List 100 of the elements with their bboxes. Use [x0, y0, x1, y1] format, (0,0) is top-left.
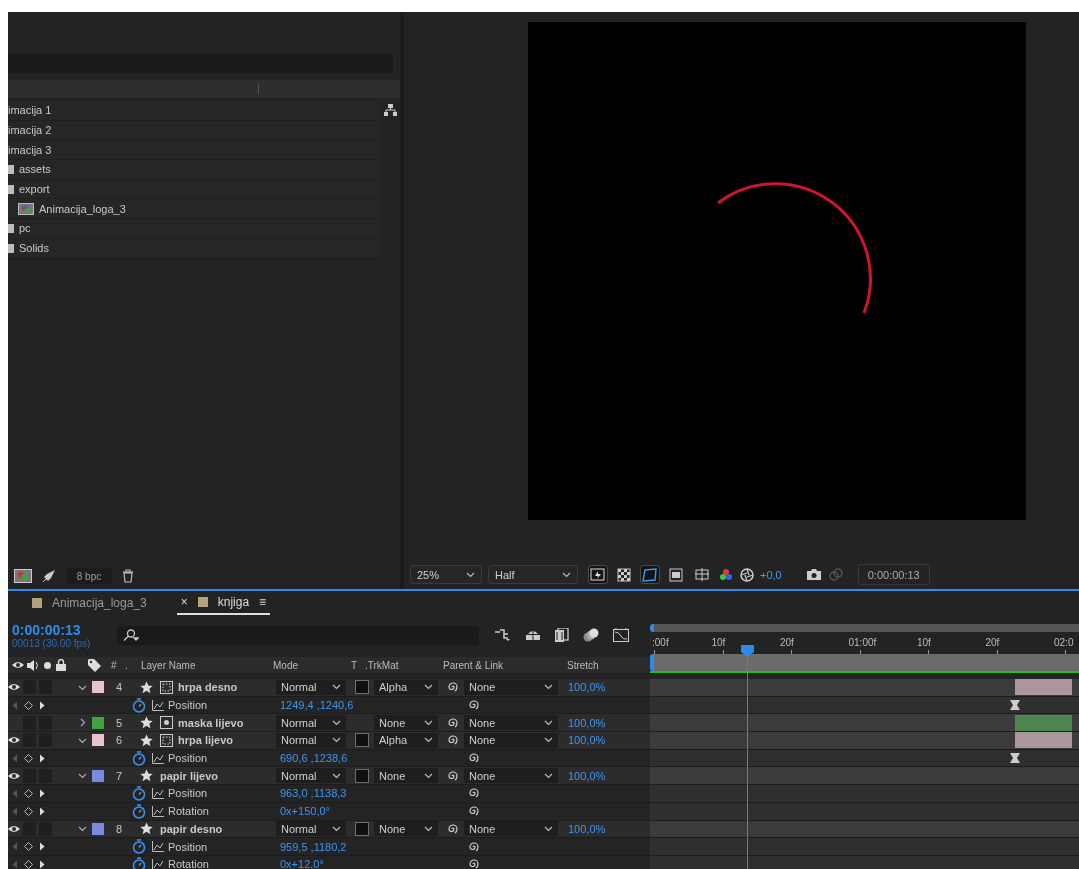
next-keyframe-icon[interactable] [39, 753, 45, 763]
stretch-value[interactable]: 100,0% [564, 769, 606, 782]
parent-dropdown[interactable]: None [464, 732, 558, 748]
viewer-toggle[interactable] [692, 565, 712, 584]
resolution-dropdown[interactable]: Half [488, 565, 578, 584]
graph-editor-icon[interactable] [613, 628, 629, 642]
search-field[interactable] [117, 625, 479, 645]
mode-dropdown[interactable]: Normal [276, 715, 346, 731]
graph-icon[interactable] [152, 841, 164, 853]
graph-icon[interactable] [152, 858, 164, 869]
exposure-value[interactable]: +0,0 [760, 568, 782, 581]
label-swatch[interactable] [92, 769, 104, 782]
mode-dropdown[interactable]: Normal [276, 768, 346, 784]
stopwatch-icon[interactable] [132, 697, 146, 713]
trash-icon[interactable] [122, 569, 134, 583]
track-matte-dropdown[interactable]: None [374, 715, 438, 731]
graph-icon[interactable] [152, 752, 164, 764]
stopwatch-icon[interactable] [132, 785, 146, 801]
star-icon[interactable] [140, 680, 153, 694]
graph-icon[interactable] [152, 699, 164, 711]
current-time[interactable]: 0:00:00:13 [12, 621, 112, 638]
composition-tab[interactable]: × knjiga ≡ [176, 591, 271, 615]
property-value[interactable]: 0x+150,0° [280, 805, 468, 818]
layer-name[interactable]: hrpa lijevo [178, 734, 276, 747]
preserve-transparency-box[interactable] [355, 680, 369, 695]
eye-icon[interactable] [8, 736, 20, 745]
pick-whip-icon[interactable] [447, 716, 459, 729]
star-icon[interactable] [140, 733, 153, 747]
close-tab-button[interactable]: × [180, 595, 188, 609]
viewer-toggle[interactable] [588, 565, 608, 584]
label-swatch[interactable] [92, 681, 104, 694]
add-keyframe-icon[interactable] [24, 753, 33, 763]
pick-whip-icon[interactable] [468, 787, 480, 800]
exposure-icon[interactable] [740, 567, 754, 582]
star-icon[interactable] [140, 716, 153, 730]
pick-whip-icon[interactable] [447, 822, 459, 835]
label-swatch[interactable] [92, 822, 104, 835]
pick-whip-icon[interactable] [447, 734, 459, 747]
viewer-toggle[interactable] [640, 565, 660, 584]
timecode-field[interactable]: 0:00:00:13 [857, 564, 930, 585]
viewer-toggle[interactable] [614, 565, 634, 584]
eye-icon[interactable] [8, 771, 20, 780]
stretch-value[interactable]: 100,0% [564, 734, 606, 747]
layer-name[interactable]: hrpa desno [178, 681, 276, 694]
pick-whip-icon[interactable] [468, 840, 480, 853]
pick-whip-icon[interactable] [447, 769, 459, 782]
stopwatch-icon[interactable] [132, 839, 146, 855]
preserve-transparency-box[interactable] [355, 733, 369, 748]
composition-tab[interactable]: Animacija_loga_3 [28, 592, 151, 614]
property-value[interactable]: 959,5 ,1180,2 [280, 840, 468, 853]
preserve-transparency-box[interactable] [355, 768, 369, 783]
pick-whip-icon[interactable] [468, 699, 480, 712]
frame-blending-icon[interactable] [555, 628, 569, 642]
parent-dropdown[interactable]: None [464, 768, 558, 784]
mode-dropdown[interactable]: Normal [276, 679, 346, 695]
graph-icon[interactable] [152, 787, 164, 799]
label-swatch[interactable] [92, 716, 104, 729]
stopwatch-icon[interactable] [132, 803, 146, 819]
graph-icon[interactable] [152, 805, 164, 817]
track-matte-dropdown[interactable]: Alpha [374, 679, 438, 695]
label-swatch[interactable] [92, 734, 104, 747]
track-matte-dropdown[interactable]: Alpha [374, 732, 438, 748]
layer-name[interactable]: papir lijevo [160, 769, 276, 782]
layer-bar[interactable] [1015, 732, 1072, 749]
panel-menu-button[interactable]: ≡ [259, 595, 267, 609]
playhead-marker-icon[interactable] [741, 645, 754, 657]
camera-icon[interactable] [805, 568, 822, 581]
layer-name[interactable]: papir desno [160, 822, 276, 835]
mode-dropdown[interactable]: Normal [276, 821, 346, 837]
stopwatch-icon[interactable] [132, 856, 146, 869]
composition-mini-flowchart-icon[interactable] [495, 628, 511, 642]
stopwatch-icon[interactable] [132, 750, 146, 766]
rocket-icon[interactable] [42, 569, 56, 583]
pick-whip-icon[interactable] [468, 752, 480, 765]
layer-name[interactable]: maska lijevo [178, 716, 276, 729]
parent-dropdown[interactable]: None [464, 715, 558, 731]
pick-whip-icon[interactable] [468, 805, 480, 818]
property-value[interactable]: 963,0 ,1138,3 [280, 787, 468, 800]
parent-dropdown[interactable]: None [464, 679, 558, 695]
color-channels-icon[interactable] [718, 567, 734, 582]
keyframe-icon[interactable] [1010, 700, 1020, 711]
draft-3d-icon[interactable] [525, 628, 541, 642]
star-icon[interactable] [140, 769, 153, 783]
composition-icon[interactable] [14, 569, 32, 583]
twirl-icon[interactable] [77, 771, 87, 781]
pick-whip-icon[interactable] [447, 681, 459, 694]
preserve-transparency-box[interactable] [355, 821, 369, 836]
bit-depth-button[interactable]: 8 bpc [66, 568, 112, 584]
search-field[interactable] [8, 53, 393, 73]
mode-dropdown[interactable]: Normal [276, 732, 346, 748]
track-matte-dropdown[interactable]: None [374, 821, 438, 837]
viewer-toggle[interactable] [666, 565, 686, 584]
parent-dropdown[interactable]: None [464, 821, 558, 837]
stretch-value[interactable]: 100,0% [564, 681, 606, 694]
twirl-icon[interactable] [77, 824, 87, 834]
pick-whip-icon[interactable] [468, 858, 480, 869]
keyframe-icon[interactable] [1010, 753, 1020, 764]
property-value[interactable]: 1249,4 ,1240,6 [280, 699, 468, 712]
property-value[interactable]: 690,6 ,1238,6 [280, 752, 468, 765]
star-icon[interactable] [140, 822, 153, 836]
